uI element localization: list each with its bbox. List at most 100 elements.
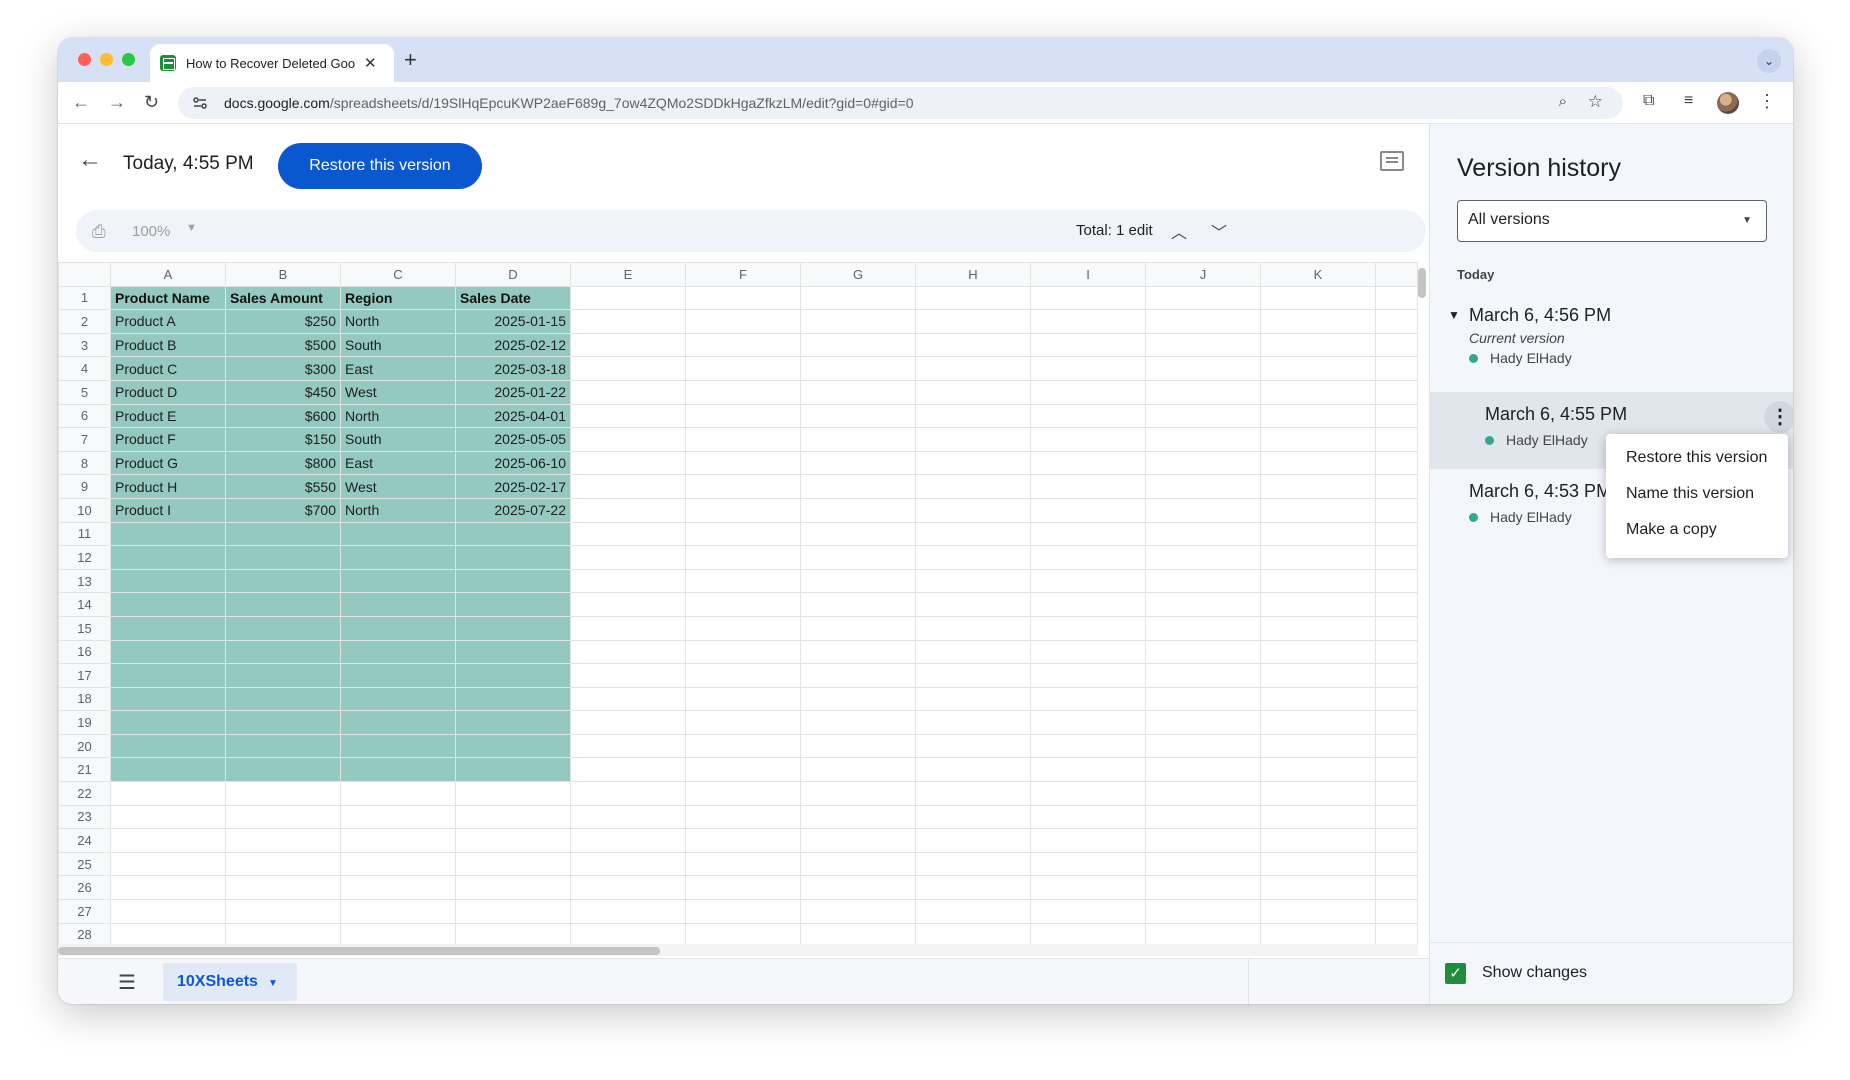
cell[interactable]: Product H	[110, 474, 226, 499]
cell[interactable]	[570, 663, 686, 688]
cell[interactable]	[340, 710, 456, 735]
cell[interactable]	[1375, 686, 1418, 712]
cell[interactable]	[800, 804, 916, 830]
cell[interactable]: $300	[225, 356, 341, 381]
cell[interactable]	[800, 568, 916, 594]
cell[interactable]	[225, 545, 341, 570]
cell[interactable]	[800, 686, 916, 712]
cell[interactable]	[340, 828, 456, 853]
cell[interactable]	[1375, 497, 1418, 523]
cell[interactable]: $700	[225, 497, 341, 523]
browser-menu-icon[interactable]: ⋮	[1758, 91, 1776, 112]
cell[interactable]	[1145, 403, 1261, 429]
cell[interactable]	[1145, 592, 1261, 617]
cell[interactable]: West	[340, 379, 456, 405]
cell[interactable]: Product C	[110, 356, 226, 381]
cell[interactable]	[685, 309, 801, 334]
cell[interactable]	[1375, 403, 1418, 429]
cell[interactable]: 2025-01-15	[455, 309, 571, 334]
cell[interactable]	[455, 710, 571, 735]
cell[interactable]	[1145, 875, 1261, 901]
cell[interactable]	[1375, 615, 1418, 641]
cell[interactable]	[455, 615, 571, 641]
row-number[interactable]: 4	[58, 356, 111, 381]
cell[interactable]	[455, 592, 571, 617]
cell[interactable]: North	[340, 497, 456, 523]
cell[interactable]: Product Name	[110, 285, 226, 311]
restore-version-button[interactable]: Restore this version	[278, 143, 482, 189]
cell[interactable]: 2025-05-05	[455, 427, 571, 452]
column-header[interactable]: E	[570, 262, 686, 287]
cell[interactable]: $450	[225, 379, 341, 405]
column-header[interactable]: H	[915, 262, 1031, 287]
cell[interactable]	[455, 521, 571, 547]
cell[interactable]	[340, 686, 456, 712]
cell[interactable]	[110, 733, 226, 759]
row-number[interactable]: 6	[58, 403, 111, 429]
row-number[interactable]: 27	[58, 899, 111, 924]
cell[interactable]	[685, 663, 801, 688]
cell[interactable]	[570, 875, 686, 901]
cell[interactable]	[1260, 427, 1376, 452]
cell[interactable]: Product G	[110, 450, 226, 476]
cell[interactable]	[1375, 733, 1418, 759]
cell[interactable]: Sales Date	[455, 285, 571, 311]
cell[interactable]	[1145, 663, 1261, 688]
row-number[interactable]: 18	[58, 686, 111, 712]
cell[interactable]	[1145, 427, 1261, 452]
cell[interactable]	[1375, 450, 1418, 476]
cell[interactable]	[455, 899, 571, 924]
row-number[interactable]: 23	[58, 804, 111, 830]
cell[interactable]	[800, 781, 916, 806]
close-tab-icon[interactable]: ✕	[364, 54, 377, 72]
cell[interactable]	[570, 427, 686, 452]
cell[interactable]: $250	[225, 309, 341, 334]
row-number[interactable]: 26	[58, 875, 111, 901]
cell[interactable]	[685, 710, 801, 735]
cell[interactable]: East	[340, 356, 456, 381]
cell[interactable]	[915, 545, 1031, 570]
row-number[interactable]: 10	[58, 497, 111, 523]
cell[interactable]	[1145, 497, 1261, 523]
cell[interactable]: West	[340, 474, 456, 499]
cell[interactable]	[1145, 757, 1261, 783]
cell[interactable]	[455, 639, 571, 665]
cell[interactable]	[685, 615, 801, 641]
column-header[interactable]: B	[225, 262, 341, 287]
cell[interactable]: Region	[340, 285, 456, 311]
cell[interactable]	[1030, 521, 1146, 547]
cell[interactable]	[455, 851, 571, 877]
cell[interactable]	[110, 686, 226, 712]
cell[interactable]	[1145, 285, 1261, 311]
cell[interactable]	[800, 332, 916, 358]
cell[interactable]	[915, 710, 1031, 735]
zoom-window-button[interactable]	[122, 53, 135, 66]
cell[interactable]	[110, 615, 226, 641]
cell[interactable]	[1375, 474, 1418, 499]
cell[interactable]	[340, 615, 456, 641]
cell[interactable]	[110, 521, 226, 547]
cell[interactable]	[685, 851, 801, 877]
row-number[interactable]: 1	[58, 285, 111, 311]
cell[interactable]	[570, 309, 686, 334]
horizontal-scrollbar[interactable]	[58, 944, 1418, 956]
cell[interactable]	[915, 497, 1031, 523]
cell[interactable]	[110, 639, 226, 665]
cell[interactable]	[110, 545, 226, 570]
cell[interactable]	[915, 899, 1031, 924]
column-header[interactable]: C	[340, 262, 456, 287]
print-icon[interactable]: ⎙	[92, 222, 106, 242]
menu-item-make-copy[interactable]: Make a copy	[1606, 512, 1788, 548]
cell[interactable]: $500	[225, 332, 341, 358]
cell[interactable]	[455, 568, 571, 594]
cell[interactable]	[340, 781, 456, 806]
cell[interactable]	[1145, 474, 1261, 499]
cell[interactable]	[570, 379, 686, 405]
cell[interactable]: 2025-02-12	[455, 332, 571, 358]
cell[interactable]	[225, 521, 341, 547]
cell[interactable]	[685, 545, 801, 570]
cell[interactable]	[340, 757, 456, 783]
row-number[interactable]: 22	[58, 781, 111, 806]
spreadsheet-grid[interactable]: ABCDEFGHIJK 1 Product Name Sales Amount Reg…	[58, 262, 1429, 982]
cell[interactable]: Product F	[110, 427, 226, 452]
